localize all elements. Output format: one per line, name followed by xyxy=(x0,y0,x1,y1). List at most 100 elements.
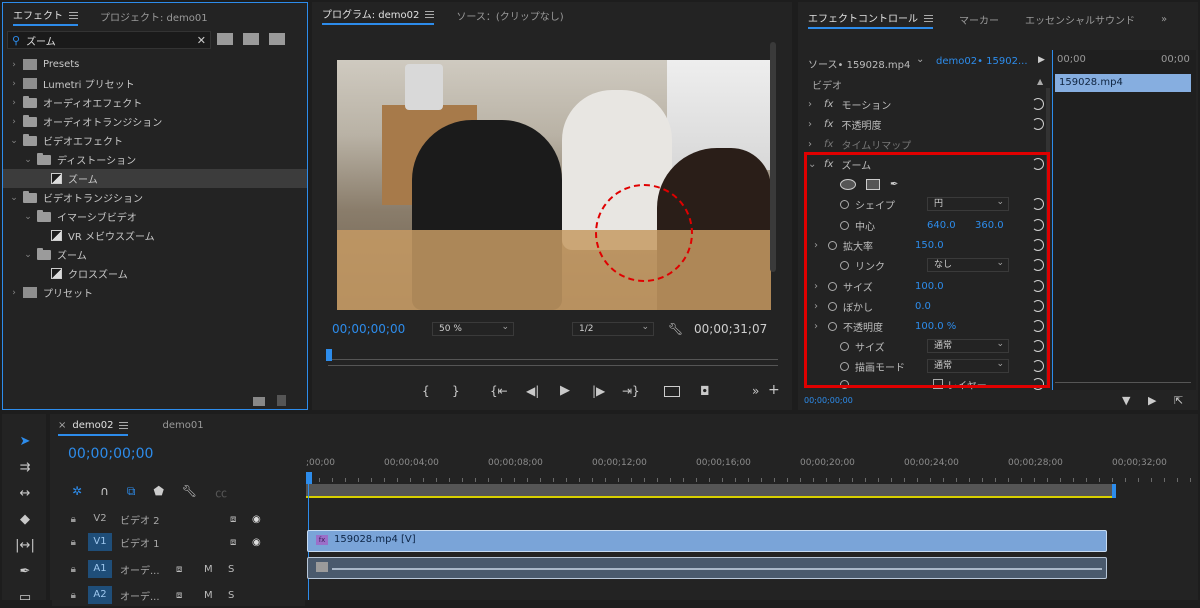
monitor-playhead[interactable] xyxy=(326,349,332,361)
track-id[interactable]: A2 xyxy=(88,586,112,604)
voiceover-icon[interactable]: ⧈ xyxy=(176,590,204,601)
audio-clip[interactable] xyxy=(307,557,1107,579)
tree-item[interactable]: › Lumetri プリセット xyxy=(3,74,307,93)
chevron-right-icon[interactable]: › xyxy=(808,119,820,130)
lock-icon[interactable]: 🔒︎ xyxy=(52,564,88,575)
chevron-down-icon[interactable]: ⌄ xyxy=(9,193,19,203)
track-header-a2[interactable]: 🔒︎ A2 オーデ... ⧈ M S xyxy=(52,584,305,606)
reset-icon[interactable] xyxy=(1032,98,1044,110)
playhead-timecode[interactable]: 00;00;00;00 xyxy=(332,322,405,336)
mark-in-button[interactable]: { xyxy=(422,384,430,398)
go-to-in-button[interactable]: {⇤ xyxy=(490,384,508,398)
collapse-icon[interactable]: ▲ xyxy=(1037,77,1043,86)
yuv-icon[interactable] xyxy=(269,33,285,45)
trash-icon[interactable] xyxy=(277,395,286,406)
overflow-icon[interactable]: » xyxy=(1161,14,1167,25)
tab-essential-sound[interactable]: エッセンシャルサウンド xyxy=(1025,12,1135,27)
eye-icon[interactable]: ◉ xyxy=(252,514,261,525)
sync-lock-icon[interactable]: ⧈ xyxy=(230,537,252,548)
chevron-right-icon[interactable]: › xyxy=(9,288,19,298)
new-bin-icon[interactable] xyxy=(253,397,265,406)
pen-tool-icon[interactable]: ✒︎ xyxy=(14,564,36,582)
tree-item[interactable]: ⌄ ディストーション xyxy=(3,150,307,169)
playhead-marker[interactable] xyxy=(306,472,312,484)
tab-demo02[interactable]: × demo02 xyxy=(58,420,129,436)
effect-opacity[interactable]: › fx 不透明度 xyxy=(806,114,1050,134)
chevron-right-icon[interactable]: › xyxy=(9,117,19,127)
track-id[interactable]: V2 xyxy=(88,510,112,528)
tree-item[interactable]: ⌄ ビデオトランジション xyxy=(3,188,307,207)
safe-margins-icon[interactable] xyxy=(664,386,680,397)
close-icon[interactable]: × xyxy=(58,420,66,431)
marker-icon[interactable]: ⬟ xyxy=(153,484,163,501)
chevron-down-icon[interactable]: ⌄ xyxy=(9,136,19,146)
panel-menu-icon[interactable] xyxy=(924,15,933,22)
rectangle-tool-icon[interactable]: ▭ xyxy=(14,590,36,608)
track-header-v1[interactable]: 🔒︎ V1 ビデオ 1 ⧈ ◉ xyxy=(52,531,305,553)
panel-menu-icon[interactable] xyxy=(119,421,129,429)
chevron-down-icon[interactable]: ⌄ xyxy=(23,212,33,222)
selection-tool-icon[interactable]: ➤ xyxy=(14,434,36,452)
tree-item[interactable]: ズーム xyxy=(3,169,307,188)
tree-item[interactable]: ⌄ イマーシブビデオ xyxy=(3,207,307,226)
tree-item[interactable]: › プリセット xyxy=(3,283,307,302)
mini-clip[interactable]: 159028.mp4 xyxy=(1055,74,1191,92)
voiceover-icon[interactable]: ⧈ xyxy=(176,564,204,575)
monitor-zoom-bar[interactable] xyxy=(328,365,778,371)
play-clip-icon[interactable]: ▶︎ xyxy=(1038,55,1045,65)
linked-selection-icon[interactable]: ⧉ xyxy=(127,484,136,501)
chevron-down-icon[interactable]: ⌄ xyxy=(23,250,33,260)
export-icon[interactable]: ⇱ xyxy=(1174,394,1183,407)
work-area-end[interactable] xyxy=(1112,484,1116,498)
solo-button[interactable]: S xyxy=(228,590,234,601)
step-back-button[interactable]: ◀︎| xyxy=(526,384,539,398)
effect-time-remap[interactable]: › fx タイムリマップ xyxy=(806,134,1050,154)
work-area-bar[interactable] xyxy=(306,484,1116,498)
search-input[interactable]: ズーム xyxy=(26,33,197,48)
clear-icon[interactable]: ✕ xyxy=(197,34,206,47)
effect-motion[interactable]: › fx モーション xyxy=(806,94,1050,114)
zoom-circle[interactable] xyxy=(595,184,693,282)
track-id[interactable]: V1 xyxy=(88,533,112,551)
tab-source[interactable]: ソース：(クリップなし) xyxy=(456,8,563,23)
effects-search[interactable]: ⚲ ズーム ✕ xyxy=(7,31,211,49)
add-button[interactable]: + xyxy=(768,382,780,398)
resolution-select[interactable]: 1/2 xyxy=(572,321,654,336)
accelerated-icon[interactable] xyxy=(217,33,233,45)
tab-project[interactable]: プロジェクト: demo01 xyxy=(100,9,208,24)
tree-item[interactable]: › オーディオエフェクト xyxy=(3,93,307,112)
snap-icon[interactable]: ∩ xyxy=(100,484,109,501)
wrench-icon[interactable]: 🔧︎ xyxy=(668,322,683,336)
panel-menu-icon[interactable] xyxy=(69,12,78,19)
chevron-right-icon[interactable]: › xyxy=(9,79,19,89)
lock-icon[interactable]: 🔒︎ xyxy=(52,514,88,525)
tab-effects[interactable]: エフェクト xyxy=(13,7,78,26)
captions-icon[interactable]: ㏄ xyxy=(215,484,227,501)
chevron-right-icon[interactable]: › xyxy=(9,98,19,108)
sync-lock-icon[interactable]: ⧈ xyxy=(230,514,252,525)
zoom-select[interactable]: 50 % xyxy=(432,321,514,336)
mark-out-button[interactable]: } xyxy=(452,384,460,398)
razor-tool-icon[interactable]: ◆ xyxy=(14,512,36,530)
track-id[interactable]: A1 xyxy=(88,560,112,578)
slip-tool-icon[interactable]: |↔| xyxy=(14,538,36,556)
filter-icon[interactable]: ▼ xyxy=(1122,394,1130,407)
ripple-edit-tool-icon[interactable]: ↔ xyxy=(14,486,36,504)
tree-item[interactable]: › Presets xyxy=(3,55,307,74)
camera-icon[interactable]: ◘ xyxy=(700,384,710,398)
chevron-down-icon[interactable]: ⌄ xyxy=(23,155,33,165)
tree-item[interactable]: VR メビウスズーム xyxy=(3,226,307,245)
tree-item[interactable]: ⌄ ビデオエフェクト xyxy=(3,131,307,150)
tab-effect-controls[interactable]: エフェクトコントロール xyxy=(808,10,933,29)
solo-button[interactable]: S xyxy=(228,564,234,575)
tree-item[interactable]: ⌄ ズーム xyxy=(3,245,307,264)
chevron-right-icon[interactable]: › xyxy=(9,60,19,70)
go-to-out-button[interactable]: ⇥} xyxy=(622,384,640,398)
eye-icon[interactable]: ◉ xyxy=(252,537,261,548)
track-header-v2[interactable]: 🔒︎ V2 ビデオ 2 ⧈ ◉ xyxy=(52,508,305,530)
step-forward-button[interactable]: |▶︎ xyxy=(592,384,605,398)
chevron-right-icon[interactable]: › xyxy=(808,99,820,110)
more-controls-icon[interactable]: » xyxy=(752,384,759,398)
32bit-icon[interactable] xyxy=(243,33,259,45)
tab-program[interactable]: プログラム: demo02 xyxy=(322,6,435,25)
